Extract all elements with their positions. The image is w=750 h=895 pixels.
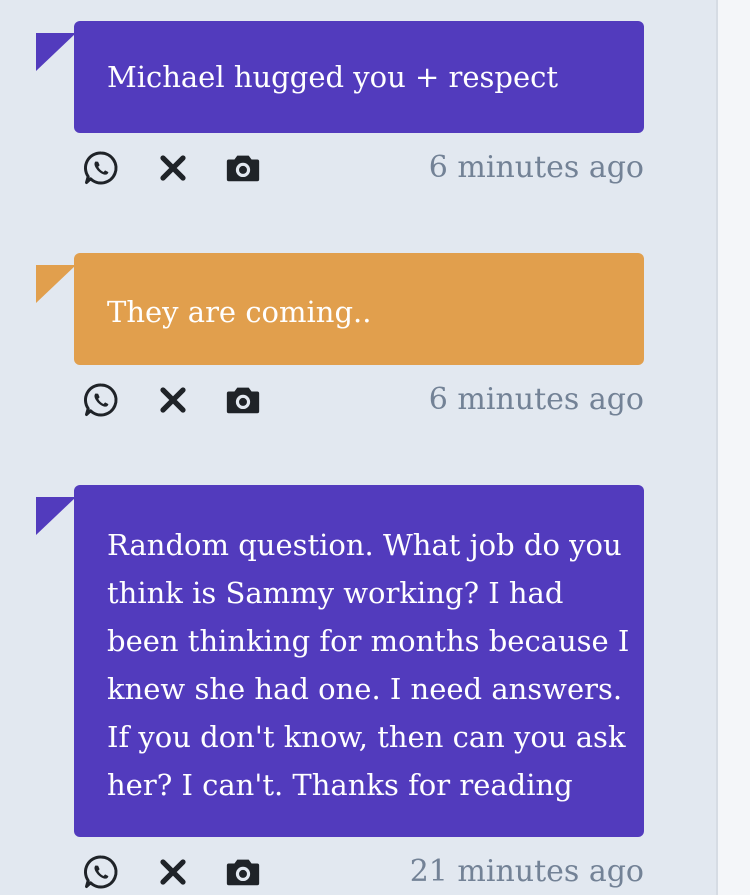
message-line: knew she had one. I need answers. — [107, 672, 623, 706]
message-bubble[interactable]: Random question. What job do you think i… — [74, 485, 644, 837]
message-line: think is Sammy working? I had — [107, 576, 564, 610]
bubble-tail — [36, 33, 76, 71]
message-line: her? I can't. Thanks for reading — [107, 768, 573, 802]
message-line: Random question. What job do you — [107, 528, 622, 562]
bubble-tail — [36, 265, 76, 303]
camera-icon[interactable] — [224, 853, 262, 891]
whatsapp-icon[interactable] — [82, 149, 120, 187]
message-text: They are coming.. — [107, 295, 372, 329]
message-actions: 6 minutes ago — [74, 381, 644, 421]
whatsapp-icon[interactable] — [82, 381, 120, 419]
close-icon[interactable] — [154, 149, 192, 187]
close-icon[interactable] — [154, 381, 192, 419]
message-timestamp: 21 minutes ago — [409, 854, 644, 889]
camera-icon[interactable] — [224, 149, 262, 187]
message-bubble[interactable]: Michael hugged you + respect — [74, 21, 644, 133]
scroll-gutter — [716, 0, 750, 895]
camera-icon[interactable] — [224, 381, 262, 419]
message-actions: 21 minutes ago — [74, 853, 644, 893]
message-timestamp: 6 minutes ago — [428, 150, 644, 185]
message-feed: Michael hugged you + respect 6 minutes a… — [0, 0, 716, 895]
message-line: been thinking for months because I — [107, 624, 630, 658]
message-line: If you don't know, then can you ask — [107, 720, 626, 754]
bubble-tail — [36, 497, 76, 535]
close-icon[interactable] — [154, 853, 192, 891]
message-text: Michael hugged you + respect — [107, 60, 559, 94]
message-bubble[interactable]: They are coming.. — [74, 253, 644, 365]
whatsapp-icon[interactable] — [82, 853, 120, 891]
message-actions: 6 minutes ago — [74, 149, 644, 189]
message-timestamp: 6 minutes ago — [428, 382, 644, 417]
